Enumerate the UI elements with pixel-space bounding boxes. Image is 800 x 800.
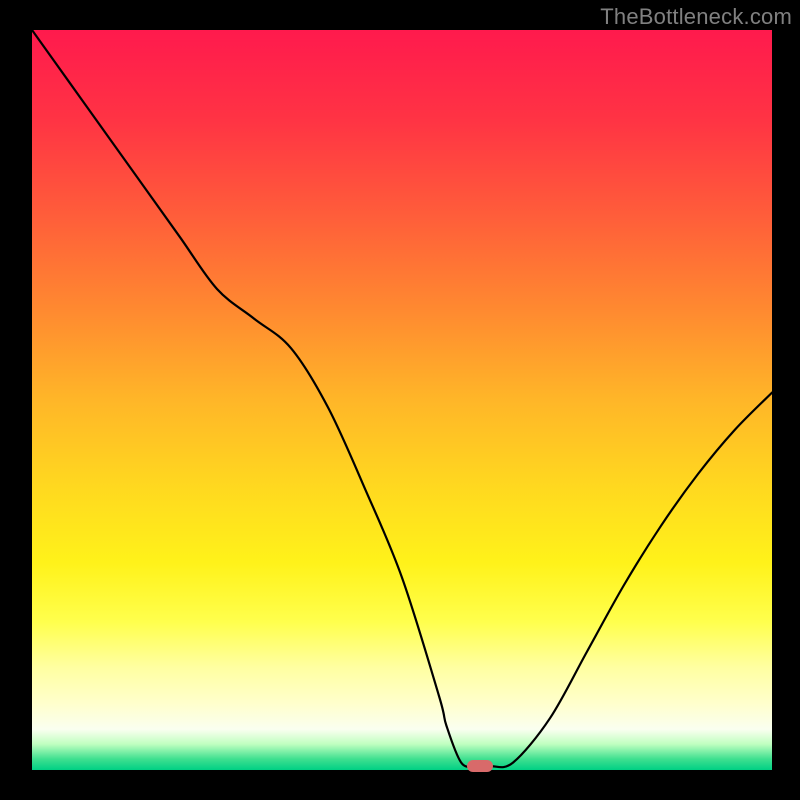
plot-area [32,30,772,770]
watermark-text: TheBottleneck.com [600,4,792,30]
bottleneck-curve [32,30,772,770]
optimal-marker [467,760,493,772]
chart-frame: TheBottleneck.com [0,0,800,800]
